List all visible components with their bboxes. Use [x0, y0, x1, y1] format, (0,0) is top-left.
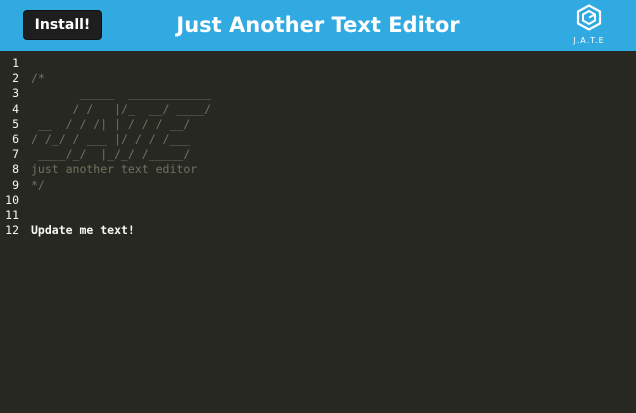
line-number: 2 — [12, 71, 19, 86]
logo-text: J.A.T.E — [573, 36, 605, 45]
line-number: 12 — [5, 223, 19, 238]
line-text[interactable]: / /_/ / ___ |/ / / /___ — [31, 132, 190, 147]
line-number: 10 — [5, 192, 19, 207]
editor-line[interactable]: 1 — [0, 56, 636, 71]
line-text[interactable]: */ — [31, 178, 45, 193]
code-editor[interactable]: 1 2/* 3 _____ ____________ 4 / / |/_ __/ __… — [0, 51, 636, 413]
line-number: 4 — [12, 101, 19, 116]
navbar: Install! Just Another Text Editor J.A.T.… — [0, 0, 636, 51]
line-number: 9 — [12, 177, 19, 192]
editor-line[interactable]: 10 — [0, 193, 636, 208]
line-text[interactable]: just another text editor — [31, 162, 197, 177]
line-number: 8 — [12, 162, 19, 177]
line-text[interactable]: _____ ____________ — [31, 86, 211, 101]
line-number: 5 — [12, 116, 19, 131]
editor-line[interactable]: 8 just another text editor — [0, 162, 636, 177]
line-number: 6 — [12, 131, 19, 146]
line-text[interactable]: ____/_/ |_/_/ /_____/ — [31, 147, 190, 162]
editor-line[interactable]: 11 — [0, 208, 636, 223]
jate-logo: J.A.T.E — [562, 4, 616, 49]
line-text[interactable]: __ / / /| | / / / __/ — [31, 117, 190, 132]
line-number: 3 — [12, 86, 19, 101]
editor-line[interactable]: 6 / /_/ / ___ |/ / / /___ — [0, 132, 636, 147]
editor-line[interactable]: 9 */ — [0, 178, 636, 193]
jate-hexagon-logo-icon — [576, 4, 602, 31]
editor-lines[interactable]: 1 2/* 3 _____ ____________ 4 / / |/_ __/ __… — [0, 56, 636, 238]
line-text[interactable]: /* — [31, 71, 45, 86]
editor-line[interactable]: 2 /* — [0, 71, 636, 86]
line-text[interactable]: / / |/_ __/ ____/ — [31, 102, 211, 117]
editor-line[interactable]: 3 _____ ____________ — [0, 86, 636, 101]
line-number: 11 — [5, 207, 19, 222]
editor-line[interactable]: 7 ____/_/ |_/_/ /_____/ — [0, 147, 636, 162]
line-number: 1 — [12, 56, 19, 70]
line-text[interactable]: Update me text! — [31, 223, 135, 238]
install-button[interactable]: Install! — [23, 10, 102, 40]
editor-line[interactable]: 5 __ / / /| | / / / __/ — [0, 117, 636, 132]
editor-line[interactable]: 4 / / |/_ __/ ____/ — [0, 102, 636, 117]
editor-line[interactable]: 12 Update me text! — [0, 223, 636, 238]
line-number: 7 — [12, 147, 19, 162]
app-window: Install! Just Another Text Editor J.A.T.… — [0, 0, 636, 413]
